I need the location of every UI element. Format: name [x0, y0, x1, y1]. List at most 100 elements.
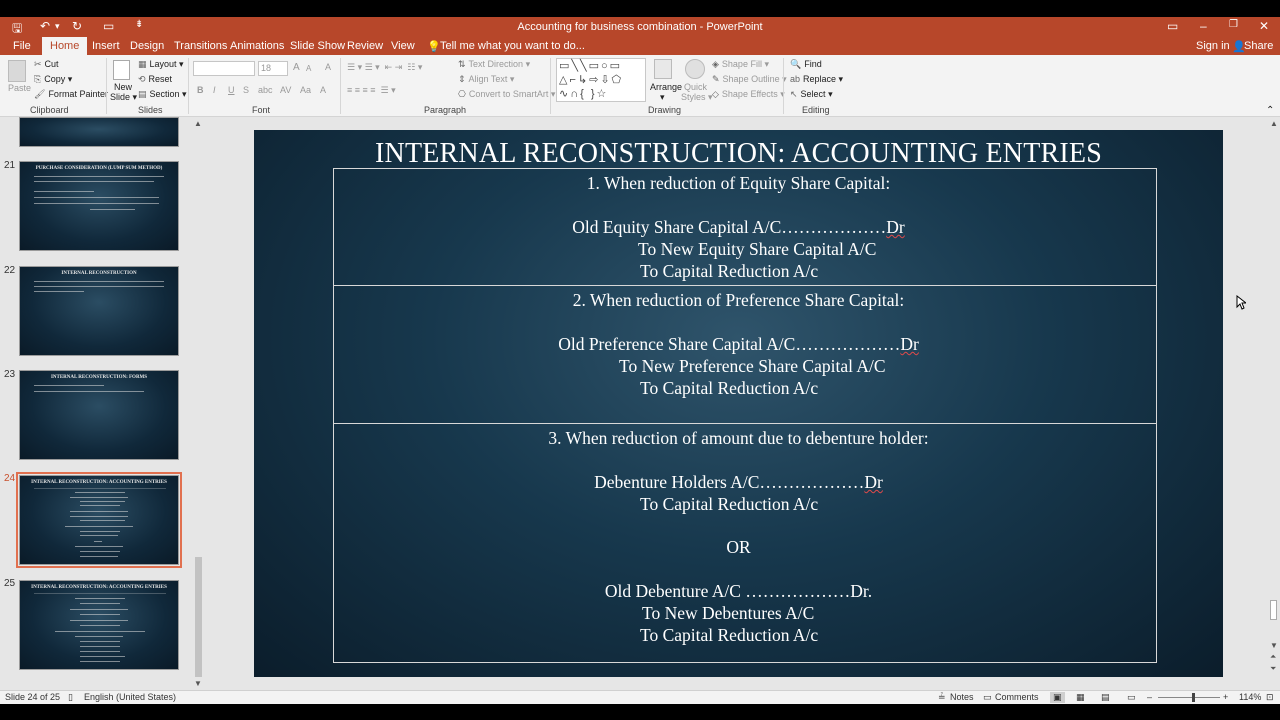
- section-3-heading[interactable]: 3. When reduction of amount due to deben…: [254, 428, 1223, 449]
- tab-animations[interactable]: Animations: [230, 40, 284, 52]
- bold-button[interactable]: B: [197, 85, 204, 95]
- arrange-button[interactable]: Arrange: [650, 82, 682, 92]
- scrollbar-thumb[interactable]: [1270, 600, 1277, 620]
- scroll-down-icon[interactable]: ▼: [1270, 641, 1278, 650]
- tab-design[interactable]: Design: [130, 40, 164, 52]
- comments-button[interactable]: Comments: [995, 692, 1039, 702]
- select-button[interactable]: ↖ Select ▾: [790, 89, 833, 100]
- section-3-alt-entry-credit-1[interactable]: To New Debentures A/C: [642, 603, 814, 624]
- grow-font-button[interactable]: A: [293, 62, 300, 73]
- zoom-out-button[interactable]: –: [1147, 692, 1152, 702]
- arrange-dropdown-icon[interactable]: ▾: [660, 92, 665, 103]
- text-direction-button[interactable]: ⇅ Text Direction ▾: [458, 59, 530, 70]
- quick-styles-icon[interactable]: [685, 59, 705, 79]
- quick-styles-button[interactable]: Quick: [684, 82, 707, 92]
- new-slide-icon[interactable]: [113, 60, 130, 80]
- notes-button[interactable]: Notes: [950, 692, 974, 702]
- find-button[interactable]: 🔍 Find: [790, 59, 822, 70]
- convert-smartart-button[interactable]: ⎔ Convert to SmartArt ▾: [458, 89, 555, 100]
- zoom-slider-handle[interactable]: [1192, 693, 1196, 702]
- slide-thumbnail-22[interactable]: INTERNAL RECONSTRUCTION: [19, 266, 179, 356]
- tab-slide-show[interactable]: Slide Show: [290, 40, 345, 52]
- section-3-or[interactable]: OR: [254, 537, 1223, 558]
- replace-button[interactable]: ab Replace ▾: [790, 74, 843, 85]
- font-name-input[interactable]: [193, 61, 255, 76]
- section-1-heading[interactable]: 1. When reduction of Equity Share Capita…: [254, 173, 1223, 194]
- section-2-heading[interactable]: 2. When reduction of Preference Share Ca…: [254, 290, 1223, 311]
- normal-view-icon[interactable]: ▣: [1050, 692, 1065, 703]
- current-slide[interactable]: INTERNAL RECONSTRUCTION: ACCOUNTING ENTR…: [254, 130, 1223, 677]
- shrink-font-button[interactable]: A: [306, 64, 311, 73]
- slide-title[interactable]: INTERNAL RECONSTRUCTION: ACCOUNTING ENTR…: [254, 138, 1223, 170]
- underline-button[interactable]: U: [228, 85, 235, 95]
- tab-review[interactable]: Review: [347, 40, 383, 52]
- scroll-down-icon[interactable]: ▼: [194, 679, 202, 688]
- zoom-in-button[interactable]: +: [1223, 692, 1228, 702]
- clear-format-button[interactable]: A: [325, 62, 331, 72]
- slide-thumbnail-21[interactable]: PURCHASE CONSIDERATION (LUMP SUM METHOD): [19, 161, 179, 251]
- section-1-entry-debit[interactable]: Old Equity Share Capital A/C………………Dr: [254, 217, 1223, 238]
- reset-button[interactable]: ⟲ Reset: [138, 74, 172, 85]
- slide-thumbnail-25[interactable]: INTERNAL RECONSTRUCTION: ACCOUNTING ENTR…: [19, 580, 179, 670]
- ribbon-display-icon[interactable]: ▭: [1167, 19, 1178, 33]
- spelling-icon[interactable]: ▯: [68, 692, 73, 703]
- section-3-alt-entry-debit[interactable]: Old Debenture A/C ………………Dr.: [254, 581, 1223, 602]
- collapse-ribbon-icon[interactable]: ⌃: [1266, 105, 1274, 116]
- thumbnail-scrollbar[interactable]: ▲ ▼: [193, 117, 204, 690]
- slide-thumbnail-20[interactable]: [19, 117, 179, 147]
- next-slide-icon[interactable]: ⏷: [1270, 664, 1276, 674]
- minimize-button[interactable]: –: [1200, 19, 1207, 33]
- italic-button[interactable]: I: [213, 85, 216, 95]
- close-button[interactable]: ✕: [1259, 19, 1269, 33]
- align-text-button[interactable]: ⇕ Align Text ▾: [458, 74, 514, 85]
- arrange-icon[interactable]: [654, 59, 672, 79]
- slide-sorter-icon[interactable]: ▦: [1076, 692, 1085, 703]
- section-3-entry-debit[interactable]: Debenture Holders A/C………………Dr: [254, 472, 1223, 493]
- section-1-entry-credit-1[interactable]: To New Equity Share Capital A/C: [638, 239, 876, 260]
- tab-transitions[interactable]: Transitions: [174, 40, 227, 52]
- maximize-button[interactable]: ❐: [1229, 19, 1238, 30]
- sign-in-link[interactable]: Sign in: [1196, 40, 1230, 52]
- slideshow-view-icon[interactable]: ▭: [1127, 692, 1136, 703]
- new-slide-button-line2[interactable]: Slide ▾: [110, 92, 137, 103]
- quick-styles-button-line2[interactable]: Styles ▾: [681, 92, 713, 103]
- strikethrough-button[interactable]: S: [243, 85, 249, 95]
- slide-scrollbar[interactable]: ▲ ▼ ⏶ ⏷: [1267, 117, 1280, 690]
- section-3-entry-credit[interactable]: To Capital Reduction A/c: [640, 494, 818, 515]
- share-button[interactable]: Share: [1244, 40, 1273, 52]
- align-icons[interactable]: ≡ ≡ ≡ ≡ ☰ ▾: [347, 85, 396, 96]
- paste-icon[interactable]: [8, 60, 26, 82]
- previous-slide-icon[interactable]: ⏶: [1270, 652, 1276, 662]
- shapes-gallery[interactable]: ▭╲╲▭○▭ △⌐↳⇨⇩⬠ ∿∩{ }☆: [556, 58, 646, 102]
- paste-button[interactable]: Paste: [8, 83, 31, 93]
- char-spacing-button[interactable]: AV: [280, 85, 291, 95]
- cut-button[interactable]: ✂ Cut: [34, 59, 59, 70]
- shape-outline-button[interactable]: ✎ Shape Outline ▾: [712, 74, 787, 85]
- language-indicator[interactable]: English (United States): [84, 692, 176, 702]
- scrollbar-thumb[interactable]: [195, 557, 202, 677]
- section-1-entry-credit-2[interactable]: To Capital Reduction A/c: [640, 261, 818, 282]
- shadow-button[interactable]: abc: [258, 85, 273, 95]
- change-case-button[interactable]: Aa: [300, 85, 311, 95]
- zoom-level[interactable]: 114%: [1239, 692, 1261, 702]
- section-2-entry-debit[interactable]: Old Preference Share Capital A/C………………Dr: [254, 334, 1223, 355]
- layout-button[interactable]: ▦ Layout ▾: [138, 59, 184, 70]
- slide-thumbnail-24[interactable]: INTERNAL RECONSTRUCTION: ACCOUNTING ENTR…: [16, 472, 182, 568]
- section-button[interactable]: ▤ Section ▾: [138, 89, 187, 100]
- section-3-alt-entry-credit-2[interactable]: To Capital Reduction A/c: [640, 625, 818, 646]
- tab-view[interactable]: View: [391, 40, 415, 52]
- new-slide-button[interactable]: New: [114, 82, 132, 92]
- tell-me-box[interactable]: Tell me what you want to do...: [440, 40, 585, 52]
- scroll-up-icon[interactable]: ▲: [1270, 119, 1278, 128]
- shape-effects-button[interactable]: ◇ Shape Effects ▾: [712, 89, 785, 100]
- tab-home[interactable]: Home: [42, 37, 88, 55]
- zoom-slider-track[interactable]: [1158, 697, 1220, 698]
- scroll-up-icon[interactable]: ▲: [194, 119, 202, 128]
- bullets-icon[interactable]: ☰ ▾ ☰ ▾ ⇤ ⇥ ☷ ▾: [347, 62, 422, 73]
- tab-file[interactable]: File: [13, 40, 31, 52]
- section-2-entry-credit-1[interactable]: To New Preference Share Capital A/C: [619, 356, 886, 377]
- slide-thumbnail-23[interactable]: INTERNAL RECONSTRUCTION: FORMS: [19, 370, 179, 460]
- section-2-entry-credit-2[interactable]: To Capital Reduction A/c: [640, 378, 818, 399]
- font-size-input[interactable]: 18: [258, 61, 288, 76]
- shape-fill-button[interactable]: ◈ Shape Fill ▾: [712, 59, 769, 70]
